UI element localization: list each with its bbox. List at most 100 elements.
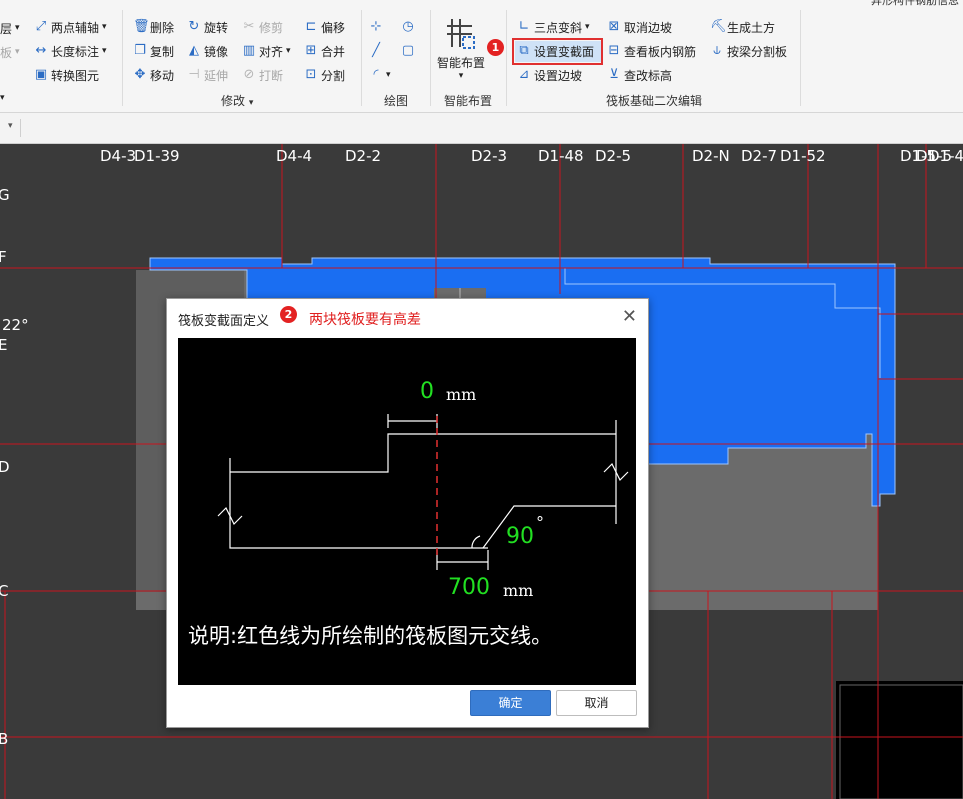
mirror-button[interactable]: ◭ 镜像 bbox=[187, 41, 228, 61]
rectangle-icon: ▢ bbox=[401, 43, 415, 58]
set-side-slope-icon: ⊿ bbox=[518, 67, 530, 82]
copy-button[interactable]: ❐ 复制 bbox=[133, 41, 174, 61]
draw-group-label: 绘图 bbox=[384, 94, 409, 108]
window-title-cut: 异形构件钢筋信息 bbox=[871, 0, 959, 7]
split-slab-by-beam-icon: ⫝ bbox=[713, 43, 721, 58]
rotate-button[interactable]: ↻ 旋转 bbox=[187, 17, 228, 37]
delete-icon: 🗑 bbox=[133, 19, 150, 34]
generate-earthwork-button[interactable]: ⛏ 生成土方 bbox=[710, 17, 775, 37]
axis-label: D4-3 bbox=[100, 147, 137, 165]
axis-label: D2-N bbox=[692, 147, 730, 165]
mirror-icon: ◭ bbox=[189, 43, 199, 58]
circle-icon: ◷ bbox=[402, 19, 414, 34]
row-label-c: C bbox=[0, 582, 9, 600]
axis-label: D2-5 bbox=[595, 147, 632, 165]
break-button[interactable]: ⊘ 打断 bbox=[242, 65, 283, 85]
edit-elevation-button[interactable]: ⊻ 查改标高 bbox=[607, 65, 672, 85]
trim-button[interactable]: ✂ 修剪 bbox=[242, 17, 283, 37]
axis-label: D1-49 bbox=[928, 147, 963, 165]
split-slab-by-beam-button[interactable]: ⫝ 按梁分割板 bbox=[710, 41, 787, 61]
length-dimension-button[interactable]: ↔ 长度标注 ▾ bbox=[34, 41, 107, 61]
slab-button-cut[interactable]: 板 ▾ bbox=[0, 42, 20, 62]
ok-button[interactable]: 确定 bbox=[470, 690, 551, 716]
two-point-axis-icon: ⤢ bbox=[35, 19, 47, 34]
split-button[interactable]: ⊡ 分割 bbox=[304, 65, 345, 85]
trim-icon: ✂ bbox=[243, 19, 255, 34]
row-label-d: D bbox=[0, 458, 10, 476]
highlight-box bbox=[512, 38, 603, 65]
three-point-slope-icon: ∟ bbox=[518, 19, 530, 34]
two-point-axis-button[interactable]: ⤢ 两点辅轴 ▾ bbox=[34, 17, 107, 37]
cancel-button[interactable]: 取消 bbox=[556, 690, 637, 716]
axis-label: D4-4 bbox=[276, 147, 313, 165]
axis-label: D2-3 bbox=[471, 147, 508, 165]
draw-circle-button[interactable]: ◷ bbox=[401, 17, 415, 37]
three-point-slope-button[interactable]: ∟ 三点变斜 ▾ bbox=[517, 17, 590, 37]
draw-arc-button[interactable]: ◜ ▾ bbox=[369, 65, 390, 85]
merge-icon: ⊞ bbox=[305, 43, 317, 58]
split-icon: ⊡ bbox=[305, 67, 317, 82]
draw-point-button[interactable]: ⊹ bbox=[369, 17, 383, 37]
offset-icon: ⊏ bbox=[305, 19, 317, 34]
variable-section-dialog: 筏板变截面定义 2 两块筏板要有高差 ✕ 0 mm 700 mm 90 ° 说明… bbox=[166, 298, 649, 728]
draw-line-button[interactable]: ╱ bbox=[369, 41, 383, 61]
axis-label: D2-7 bbox=[741, 147, 778, 165]
width-value: 700 bbox=[448, 575, 490, 600]
copy-icon: ❐ bbox=[134, 43, 146, 58]
angle-readout: 22° bbox=[2, 316, 29, 334]
step-badge-1: 1 bbox=[487, 39, 504, 56]
width-unit: mm bbox=[503, 581, 533, 600]
offset-button[interactable]: ⊏ 偏移 bbox=[304, 17, 345, 37]
dialog-title: 筏板变截面定义 bbox=[178, 314, 270, 329]
axis-label: D2-2 bbox=[345, 147, 382, 165]
convert-element-icon: ▣ bbox=[34, 67, 48, 82]
dark-block bbox=[836, 681, 963, 799]
align-button[interactable]: ▥ 对齐 ▾ bbox=[242, 41, 291, 61]
merge-button[interactable]: ⊞ 合并 bbox=[304, 41, 345, 61]
rotate-icon: ↻ bbox=[188, 19, 200, 34]
axis-label: D1-39 bbox=[134, 147, 180, 165]
smart-layout-group-label: 智能布置 bbox=[444, 94, 493, 108]
axis-label: D1-48 bbox=[538, 147, 584, 165]
extend-button[interactable]: ⊣ 延伸 bbox=[187, 65, 228, 85]
angle-value: 90 bbox=[506, 524, 534, 549]
align-icon: ▥ bbox=[242, 43, 256, 58]
cancel-side-slope-button[interactable]: ⊠ 取消边坡 bbox=[607, 17, 672, 37]
line-icon: ╱ bbox=[372, 43, 380, 58]
row-label-g: G bbox=[0, 186, 10, 204]
smart-layout-button[interactable]: 智能布置 ▾ bbox=[436, 16, 486, 86]
preview-caption: 说明:红色线为所绘制的筏板图元交线。 bbox=[188, 624, 552, 648]
step-badge-2: 2 bbox=[280, 306, 297, 323]
close-icon[interactable]: ✕ bbox=[622, 306, 637, 327]
axis-label: D1-52 bbox=[780, 147, 826, 165]
generate-earthwork-icon: ⛏ bbox=[710, 19, 727, 34]
point-icon: ⊹ bbox=[370, 19, 382, 34]
arc-icon: ◜ bbox=[373, 67, 379, 82]
cancel-side-slope-icon: ⊠ bbox=[608, 19, 620, 34]
move-button[interactable]: ✥ 移动 bbox=[133, 65, 174, 85]
property-toolbar: ▾ bbox=[0, 113, 963, 144]
group-expand-arrow[interactable]: ▾ bbox=[0, 88, 5, 108]
modify-group-label[interactable]: 修改 ▾ bbox=[221, 92, 253, 109]
set-side-slope-button[interactable]: ⊿ 设置边坡 bbox=[517, 65, 582, 85]
convert-element-button[interactable]: ▣ 转换图元 bbox=[34, 65, 99, 85]
break-icon: ⊘ bbox=[243, 67, 255, 82]
row-label-b: B bbox=[0, 730, 9, 748]
delete-button[interactable]: 🗑 删除 bbox=[133, 17, 174, 37]
dropdown-arrow[interactable]: ▾ bbox=[8, 121, 13, 131]
draw-rect-button[interactable]: ▢ bbox=[401, 41, 415, 61]
raft-group-label: 筏板基础二次编辑 bbox=[606, 94, 703, 108]
angle-unit: ° bbox=[536, 513, 544, 532]
row-label-e: E bbox=[0, 336, 8, 354]
layer-button-cut[interactable]: 层 ▾ bbox=[0, 18, 20, 38]
length-dimension-icon: ↔ bbox=[35, 43, 47, 58]
ribbon: 异形构件钢筋信息 层 ▾ 板 ▾ ▾ ⤢ 两点辅轴 ▾ ↔ 长度标注 ▾ ▣ 转换图元 … bbox=[0, 0, 963, 113]
offset-value: 0 bbox=[420, 379, 434, 404]
view-slab-rebar-icon: ⊟ bbox=[608, 43, 620, 58]
section-preview: 0 mm 700 mm 90 ° 说明:红色线为所绘制的筏板图元交线。 bbox=[178, 338, 636, 685]
smart-layout-icon bbox=[447, 19, 475, 49]
move-icon: ✥ bbox=[134, 67, 146, 82]
view-slab-rebar-button[interactable]: ⊟ 查看板内钢筋 bbox=[607, 41, 696, 61]
edit-elevation-icon: ⊻ bbox=[609, 67, 619, 82]
section-diagram: 0 mm 700 mm 90 ° 说明:红色线为所绘制的筏板图元交线。 bbox=[188, 379, 629, 648]
